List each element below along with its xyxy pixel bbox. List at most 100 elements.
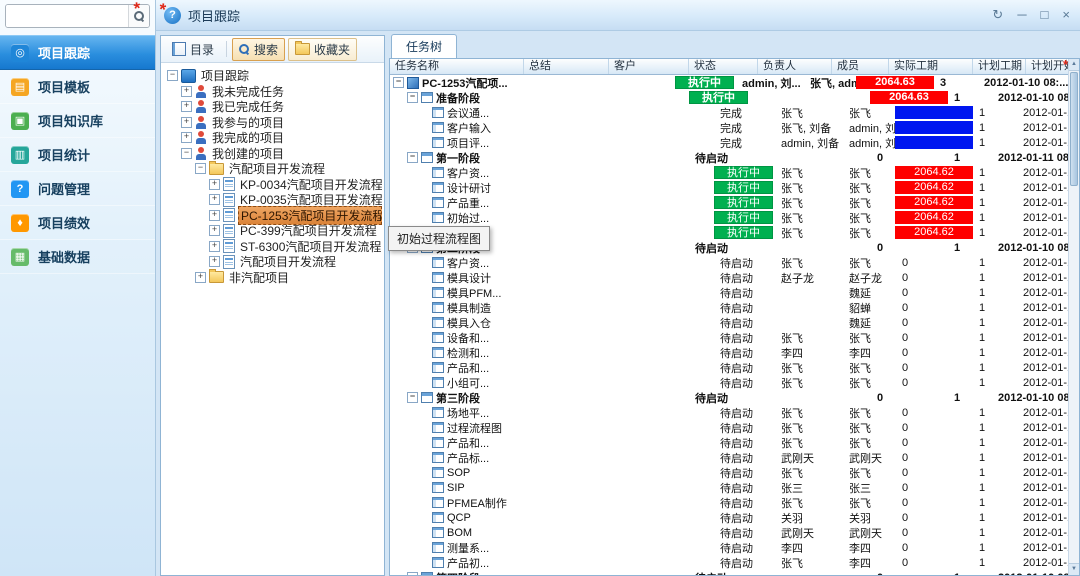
task-row[interactable]: 客户输入完成张飞, 刘备admin, 刘...12012-01-10 08:45…: [390, 120, 1069, 135]
task-row[interactable]: 初始过...执行中张飞张飞2064.6212012-01-11 08:45...: [390, 210, 1069, 225]
task-row[interactable]: −PC-1253汽配项...执行中admin, 刘...张飞, adm...20…: [390, 75, 1069, 90]
tree-node[interactable]: +我未完成任务: [163, 84, 382, 100]
task-icon: [432, 347, 444, 358]
task-row[interactable]: −第一阶段待启动012012-01-11 08:...: [390, 150, 1069, 165]
tree-node[interactable]: +非汽配项目: [163, 270, 382, 286]
tree-node[interactable]: +PC-399汽配项目开发流程: [163, 223, 382, 239]
tree-expander-icon[interactable]: −: [181, 148, 192, 159]
task-row[interactable]: 小组可...待启动张飞张飞012012-01-10 08:45...: [390, 375, 1069, 390]
task-row[interactable]: PFMEA制作待启动张飞张飞012012-01-10 08:45...: [390, 495, 1069, 510]
row-expander-icon[interactable]: −: [407, 152, 418, 163]
tree-expander-icon[interactable]: +: [209, 210, 220, 221]
task-row[interactable]: 模具设计待启动赵子龙赵子龙012012-01-10 08:45...: [390, 270, 1069, 285]
task-row[interactable]: QCP待启动关羽关羽012012-01-10 08:45...: [390, 510, 1069, 525]
tree-expander-icon[interactable]: +: [181, 86, 192, 97]
column-header[interactable]: 实际工期: [889, 59, 973, 74]
sidebar: ◎项目跟踪▤项目模板▣项目知识库▥项目统计?问题管理♦项目绩效▦基础数据: [0, 0, 156, 576]
tree-expander-icon[interactable]: +: [195, 272, 206, 283]
task-row[interactable]: SIP待启动张三张三012012-01-10 08:45...: [390, 480, 1069, 495]
task-row[interactable]: −第二阶段待启动012012-01-10 08:...: [390, 240, 1069, 255]
vertical-scrollbar[interactable]: ▲ ▼: [1068, 59, 1079, 575]
sidebar-item-4[interactable]: ?问题管理: [0, 172, 155, 206]
tree-expander-icon[interactable]: +: [209, 241, 220, 252]
scroll-thumb[interactable]: [1070, 72, 1078, 186]
task-row[interactable]: 设计研讨执行中张飞张飞2064.6212012-01-11 08:45...: [390, 180, 1069, 195]
task-row[interactable]: 模具制造待启动貂蝉012012-01-10 08:45...: [390, 300, 1069, 315]
task-row[interactable]: 产品重...执行中张飞张飞2064.6212012-01-11 08:45...: [390, 195, 1069, 210]
task-name: 项目评...: [447, 135, 489, 150]
tree-node[interactable]: +KP-0034汽配项目开发流程: [163, 177, 382, 193]
tree-node[interactable]: +ST-6300汽配项目开发流程: [163, 239, 382, 255]
tree-node[interactable]: −汽配项目开发流程: [163, 161, 382, 177]
column-header[interactable]: 状态: [689, 59, 758, 74]
minimize-icon[interactable]: ─: [1017, 8, 1026, 22]
tab-task-tree[interactable]: 任务树: [391, 34, 457, 58]
sidebar-item-3[interactable]: ▥项目统计: [0, 138, 155, 172]
task-row[interactable]: 模具入仓待启动魏延012012-01-10 08:45...: [390, 315, 1069, 330]
close-icon[interactable]: ×: [1062, 8, 1070, 22]
tree-expander-icon[interactable]: −: [195, 163, 206, 174]
tree-expander-icon[interactable]: +: [209, 256, 220, 267]
column-header[interactable]: 总结: [524, 59, 609, 74]
tree-node[interactable]: +PC-1253汽配项目开发流程: [163, 208, 382, 224]
task-row[interactable]: −第三阶段待启动012012-01-10 08:...: [390, 390, 1069, 405]
column-header[interactable]: 计划工期: [973, 59, 1026, 74]
column-header[interactable]: 成员: [832, 59, 889, 74]
status-text: 待启动: [713, 405, 753, 420]
task-row[interactable]: −准备阶段执行中2064.6312012-01-10 08:...: [390, 90, 1069, 105]
sidebar-item-6[interactable]: ▦基础数据: [0, 240, 155, 274]
task-row[interactable]: 执行中张飞张飞2064.6212012-01-11 08:45...: [390, 225, 1069, 240]
members-cell: 张三: [844, 480, 871, 495]
sidebar-item-2[interactable]: ▣项目知识库: [0, 104, 155, 138]
tree-node[interactable]: −项目跟踪: [163, 68, 382, 84]
scroll-up-icon[interactable]: ▲: [1069, 59, 1079, 71]
scroll-down-icon[interactable]: ▼: [1069, 563, 1079, 575]
column-header[interactable]: 任务名称: [390, 59, 524, 74]
task-row[interactable]: 测量系...待启动李四李四012012-01-10 08:45...: [390, 540, 1069, 555]
task-row[interactable]: 产品标...待启动武刚天武刚天012012-01-10 08:45...: [390, 450, 1069, 465]
tree-expander-icon[interactable]: +: [181, 117, 192, 128]
tree-expander-icon[interactable]: +: [209, 179, 220, 190]
refresh-icon[interactable]: ↻: [992, 8, 1003, 22]
task-row[interactable]: 产品初...待启动张飞李四012012-01-10 08:45...: [390, 555, 1069, 570]
row-expander-icon[interactable]: −: [393, 77, 404, 88]
row-expander-icon[interactable]: −: [407, 92, 418, 103]
favorites-button[interactable]: 收藏夹: [288, 38, 357, 61]
tree-expander-icon[interactable]: +: [181, 101, 192, 112]
task-row[interactable]: 设备和...待启动张飞张飞012012-01-10 08:45...: [390, 330, 1069, 345]
tree-node[interactable]: +我参与的项目: [163, 115, 382, 131]
task-row[interactable]: 检测和...待启动李四李四012012-01-10 08:45...: [390, 345, 1069, 360]
catalog-button[interactable]: 目录: [165, 38, 221, 61]
tree-node[interactable]: +我完成的项目: [163, 130, 382, 146]
tree-expander-icon[interactable]: −: [167, 70, 178, 81]
row-expander-icon[interactable]: −: [407, 392, 418, 403]
task-row[interactable]: 客户资...执行中张飞张飞2064.6212012-01-11 08:45...: [390, 165, 1069, 180]
tree-expander-icon[interactable]: +: [181, 132, 192, 143]
sidebar-item-5[interactable]: ♦项目绩效: [0, 206, 155, 240]
tree-node[interactable]: +汽配项目开发流程: [163, 254, 382, 270]
tree-expander-icon[interactable]: +: [209, 225, 220, 236]
tree-node[interactable]: −我创建的项目: [163, 146, 382, 162]
task-row[interactable]: 会议通...完成张飞张飞12012-01-10 08:45...: [390, 105, 1069, 120]
task-row[interactable]: 项目评...完成admin, 刘备admin, 刘备12012-01-10 08…: [390, 135, 1069, 150]
column-header[interactable]: 负责人: [758, 59, 832, 74]
task-row[interactable]: 产品和...待启动张飞张飞012012-01-10 08:45...: [390, 360, 1069, 375]
column-header[interactable]: 客户: [609, 59, 689, 74]
search-tab-button[interactable]: 搜索: [232, 38, 285, 61]
tree-node[interactable]: +我已完成任务: [163, 99, 382, 115]
task-row[interactable]: BOM待启动武刚天武刚天012012-01-10 08:45...: [390, 525, 1069, 540]
task-row[interactable]: 模具PFM...待启动魏延012012-01-10 08:45...: [390, 285, 1069, 300]
sidebar-item-0[interactable]: ◎项目跟踪: [0, 35, 155, 70]
task-row[interactable]: 过程流程图待启动张飞张飞012012-01-10 08:45...: [390, 420, 1069, 435]
actual-duration: 0: [895, 542, 908, 554]
sidebar-item-1[interactable]: ▤项目模板: [0, 70, 155, 104]
task-row[interactable]: −第四阶段待启动012012-01-10 08:...: [390, 570, 1069, 575]
tree-expander-icon[interactable]: +: [209, 194, 220, 205]
search-input[interactable]: [6, 5, 128, 27]
task-row[interactable]: SOP待启动张飞张飞012012-01-10 08:45...: [390, 465, 1069, 480]
maximize-icon[interactable]: □: [1041, 8, 1049, 22]
row-expander-icon[interactable]: −: [407, 572, 418, 575]
task-row[interactable]: 客户资...待启动张飞张飞012012-01-10 08:45...: [390, 255, 1069, 270]
task-row[interactable]: 产品和...待启动张飞张飞012012-01-10 08:45...: [390, 435, 1069, 450]
task-row[interactable]: 场地平...待启动张飞张飞012012-01-10 08:45...: [390, 405, 1069, 420]
